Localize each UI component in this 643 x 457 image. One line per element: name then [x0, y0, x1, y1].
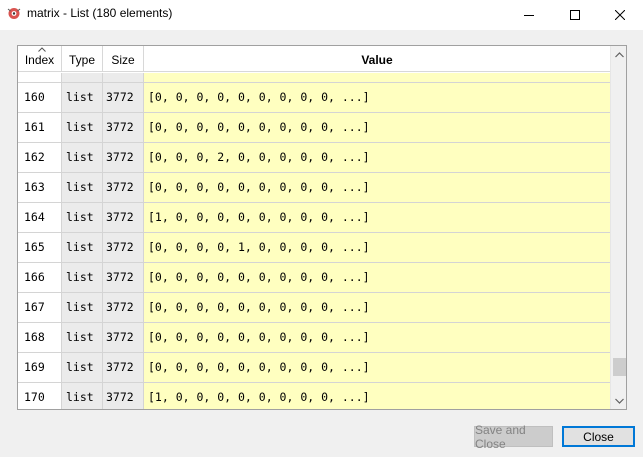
column-header-value[interactable]: Value: [144, 46, 610, 72]
scroll-up-button[interactable]: [611, 46, 626, 63]
cell-size[interactable]: 3772: [103, 383, 144, 409]
cell-value[interactable]: [0, 0, 0, 0, 0, 0, 0, 0, 0, ...]: [144, 353, 610, 382]
cell-index[interactable]: 164: [18, 203, 62, 232]
table-row[interactable]: 166 list 3772 [0, 0, 0, 0, 0, 0, 0, 0, 0…: [18, 263, 610, 293]
cell-type[interactable]: list: [62, 263, 103, 292]
cell-index[interactable]: 161: [18, 113, 62, 142]
cell-value[interactable]: [0, 0, 0, 0, 0, 0, 0, 0, 0, ...]: [144, 263, 610, 292]
header-label-size: Size: [111, 53, 135, 67]
cell-type[interactable]: list: [62, 233, 103, 262]
vertical-scrollbar[interactable]: [610, 46, 626, 409]
chevron-down-icon: [615, 398, 624, 404]
column-header-size[interactable]: Size: [103, 46, 144, 72]
cell-value[interactable]: [1, 0, 0, 0, 0, 0, 0, 0, 0, ...]: [144, 383, 610, 409]
column-header-index[interactable]: Index: [18, 46, 62, 72]
table-row[interactable]: 169 list 3772 [0, 0, 0, 0, 0, 0, 0, 0, 0…: [18, 353, 610, 383]
cell-index[interactable]: 162: [18, 143, 62, 172]
table-row[interactable]: 170 list 3772 [1, 0, 0, 0, 0, 0, 0, 0, 0…: [18, 383, 610, 409]
cell-index[interactable]: 169: [18, 353, 62, 382]
table-row[interactable]: 162 list 3772 [0, 0, 0, 2, 0, 0, 0, 0, 0…: [18, 143, 610, 173]
cell-size[interactable]: 3772: [103, 203, 144, 232]
cell-type[interactable]: list: [62, 383, 103, 409]
table-row[interactable]: 167 list 3772 [0, 0, 0, 0, 0, 0, 0, 0, 0…: [18, 293, 610, 323]
sort-ascending-icon: [38, 47, 46, 52]
column-header-type[interactable]: Type: [62, 46, 103, 72]
table-header: Index Type Size Value: [18, 46, 610, 72]
cell-size[interactable]: 3772: [103, 293, 144, 322]
cell-index[interactable]: 163: [18, 173, 62, 202]
cell-size[interactable]: 3772: [103, 143, 144, 172]
header-label-index: Index: [24, 53, 55, 67]
cell-type[interactable]: list: [62, 323, 103, 352]
cell-type[interactable]: list: [62, 83, 103, 112]
header-label-type: Type: [68, 53, 95, 67]
cell-size[interactable]: 3772: [103, 83, 144, 112]
window-title: matrix - List (180 elements): [27, 6, 173, 20]
cell-index[interactable]: 167: [18, 293, 62, 322]
title-bar[interactable]: matrix - List (180 elements): [0, 0, 643, 30]
table-row[interactable]: 168 list 3772 [0, 0, 0, 0, 0, 0, 0, 0, 0…: [18, 323, 610, 353]
chevron-up-icon: [615, 51, 624, 57]
minimize-button[interactable]: [506, 0, 552, 30]
cell-value[interactable]: [0, 0, 0, 0, 0, 0, 0, 0, 0, ...]: [144, 83, 610, 112]
cell-value[interactable]: [144, 73, 610, 82]
cell-size[interactable]: 3772: [103, 353, 144, 382]
cell-size[interactable]: [103, 73, 144, 82]
cell-value[interactable]: [0, 0, 0, 0, 0, 0, 0, 0, 0, ...]: [144, 323, 610, 352]
cell-size[interactable]: 3772: [103, 323, 144, 352]
cell-size[interactable]: 3772: [103, 173, 144, 202]
cell-index[interactable]: 165: [18, 233, 62, 262]
cell-value[interactable]: [0, 0, 0, 0, 1, 0, 0, 0, 0, ...]: [144, 233, 610, 262]
cell-index[interactable]: [18, 73, 62, 82]
close-button[interactable]: Close: [562, 426, 635, 447]
table-row[interactable]: 163 list 3772 [0, 0, 0, 0, 0, 0, 0, 0, 0…: [18, 173, 610, 203]
cell-size[interactable]: 3772: [103, 263, 144, 292]
cell-type[interactable]: list: [62, 293, 103, 322]
scrollbar-thumb[interactable]: [613, 358, 626, 376]
table-row-partial[interactable]: [18, 73, 610, 83]
table-row[interactable]: 164 list 3772 [1, 0, 0, 0, 0, 0, 0, 0, 0…: [18, 203, 610, 233]
minimize-icon: [524, 15, 534, 16]
table-body: 160 list 3772 [0, 0, 0, 0, 0, 0, 0, 0, 0…: [18, 73, 610, 409]
cell-type[interactable]: list: [62, 143, 103, 172]
cell-index[interactable]: 170: [18, 383, 62, 409]
table-row[interactable]: 161 list 3772 [0, 0, 0, 0, 0, 0, 0, 0, 0…: [18, 113, 610, 143]
cell-type[interactable]: list: [62, 353, 103, 382]
cell-value[interactable]: [0, 0, 0, 2, 0, 0, 0, 0, 0, ...]: [144, 143, 610, 172]
maximize-button[interactable]: [552, 0, 598, 30]
table-row[interactable]: 160 list 3772 [0, 0, 0, 0, 0, 0, 0, 0, 0…: [18, 83, 610, 113]
cell-index[interactable]: 160: [18, 83, 62, 112]
cell-value[interactable]: [1, 0, 0, 0, 0, 0, 0, 0, 0, ...]: [144, 203, 610, 232]
cell-value[interactable]: [0, 0, 0, 0, 0, 0, 0, 0, 0, ...]: [144, 173, 610, 202]
cell-value[interactable]: [0, 0, 0, 0, 0, 0, 0, 0, 0, ...]: [144, 293, 610, 322]
cell-type[interactable]: list: [62, 173, 103, 202]
scroll-down-button[interactable]: [611, 392, 626, 409]
cell-index[interactable]: 168: [18, 323, 62, 352]
cell-value[interactable]: [0, 0, 0, 0, 0, 0, 0, 0, 0, ...]: [144, 113, 610, 142]
cell-size[interactable]: 3772: [103, 113, 144, 142]
cell-size[interactable]: 3772: [103, 233, 144, 262]
cell-type[interactable]: list: [62, 203, 103, 232]
table-row[interactable]: 165 list 3772 [0, 0, 0, 0, 1, 0, 0, 0, 0…: [18, 233, 610, 263]
cell-type[interactable]: list: [62, 113, 103, 142]
window-close-button[interactable]: [597, 0, 643, 30]
maximize-icon: [570, 10, 580, 20]
header-label-value: Value: [361, 53, 393, 67]
cell-index[interactable]: 166: [18, 263, 62, 292]
bug-icon: [7, 8, 21, 19]
cell-type[interactable]: [62, 73, 103, 82]
save-and-close-button[interactable]: Save and Close: [474, 423, 553, 451]
list-table[interactable]: Index Type Size Value 160 list 3772 [0, …: [17, 45, 627, 410]
close-icon: [615, 10, 625, 20]
